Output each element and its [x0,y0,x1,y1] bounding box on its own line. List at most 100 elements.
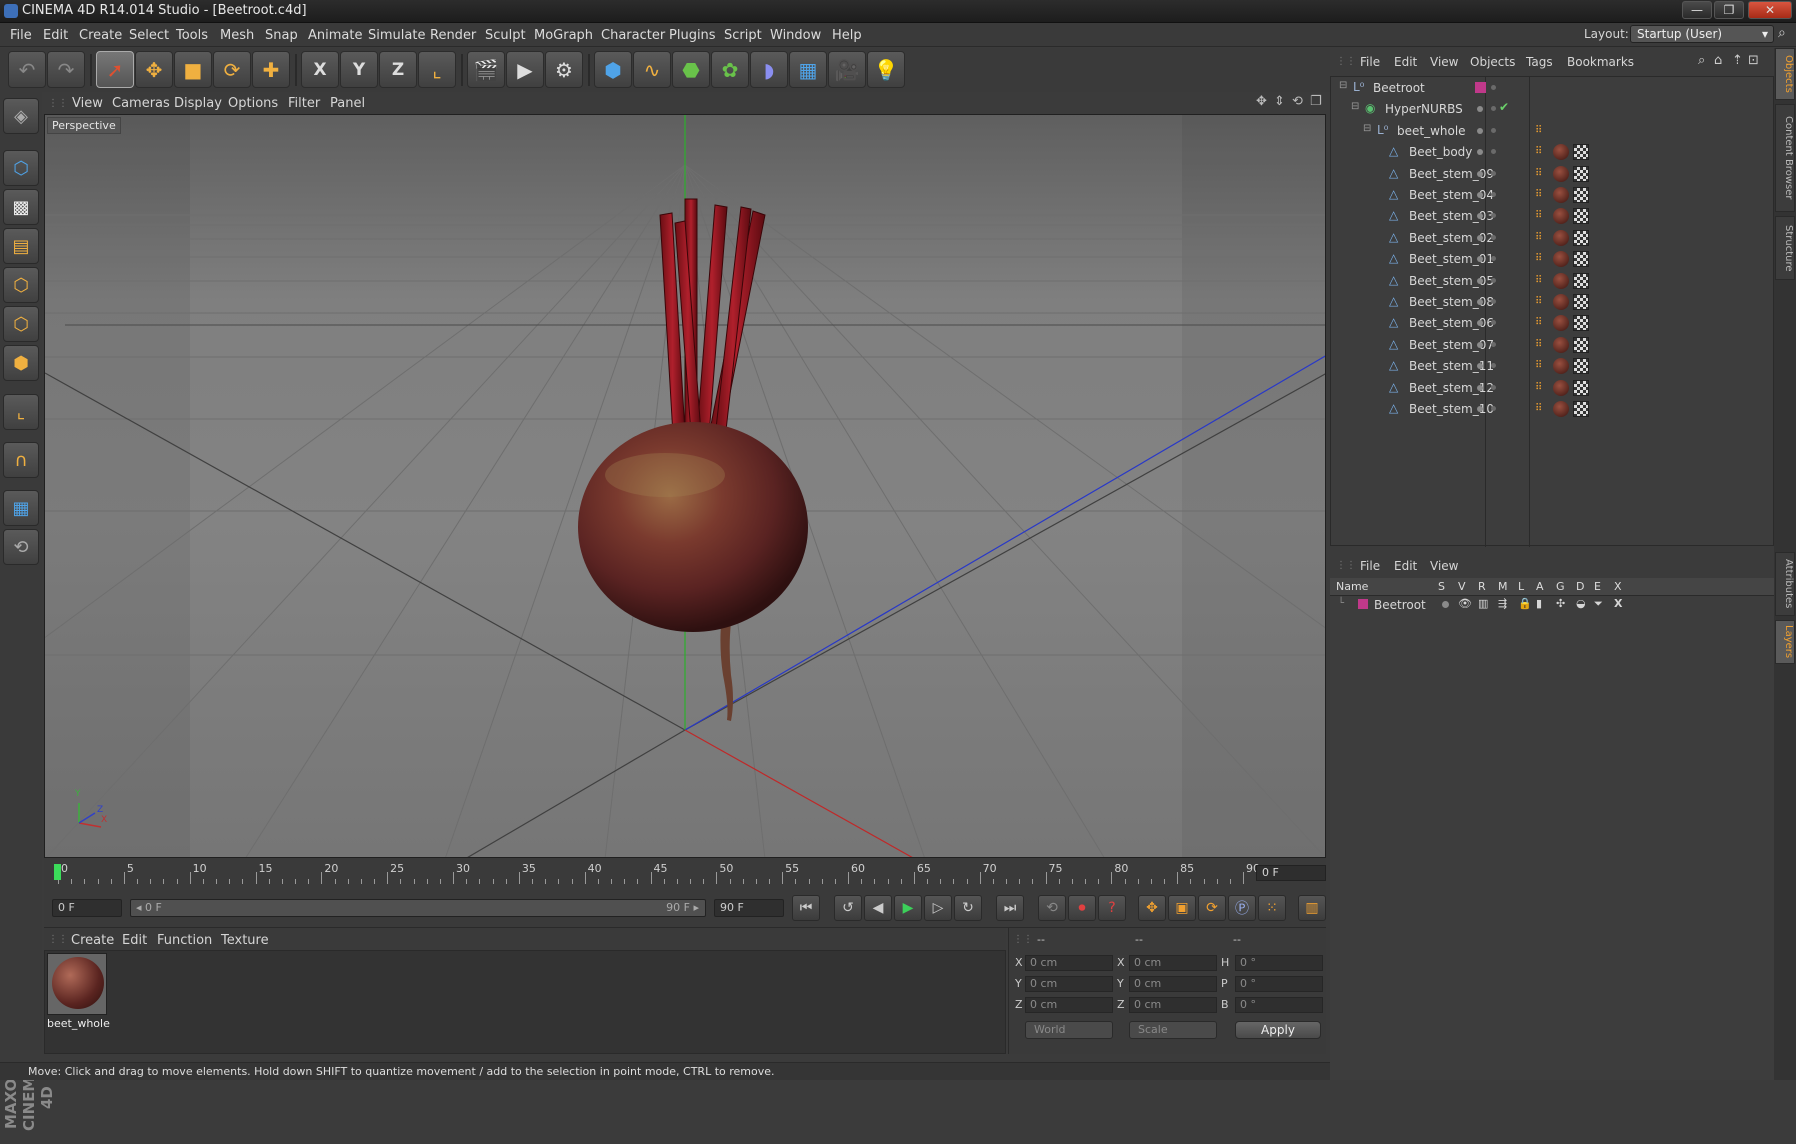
object-menu-view[interactable]: View [1430,55,1458,69]
maximize-button[interactable]: ❐ [1714,1,1744,19]
uvw-tag-icon[interactable] [1573,315,1589,332]
layer-menu-view[interactable]: View [1430,559,1458,573]
timeline-window-icon[interactable]: ▥ [1298,895,1326,921]
points-mode-icon[interactable]: ⬡ [3,267,39,303]
object-menu-tags[interactable]: Tags [1526,55,1553,69]
viewport-rotate-icon[interactable]: ⟲ [1292,94,1303,109]
mograph-cloner-icon[interactable]: ✿ [711,51,749,88]
phong-tag-icon[interactable]: ⠿ [1535,382,1542,393]
eye-icon[interactable]: 👁 [1458,597,1472,610]
viewport-menu-view[interactable]: View [72,96,103,111]
z-axis-icon[interactable]: Z [379,51,417,88]
tab-content-browser[interactable]: Content Browser [1775,104,1795,212]
layer-solo-toggle[interactable] [1442,601,1449,608]
layer-name[interactable]: Beetroot [1374,598,1426,612]
rotation-h-field[interactable]: 0 ° [1235,955,1323,971]
phong-tag-icon[interactable]: ⠿ [1535,232,1542,243]
phong-tag-icon[interactable]: ⠿ [1535,125,1542,136]
material-tag-icon[interactable] [1553,336,1569,353]
magnet-icon[interactable]: ∩ [3,442,39,478]
workplane-icon[interactable]: ▤ [3,228,39,264]
editor-visibility-dot[interactable] [1477,384,1483,391]
snap-icon[interactable]: ▦ [3,490,39,526]
object-row[interactable]: △ Beet_stem_07 ⠿ [1331,334,1775,355]
size-z-field[interactable]: 0 cm [1129,997,1217,1013]
uvw-tag-icon[interactable] [1573,144,1589,161]
material-tag-icon[interactable] [1553,401,1569,417]
render-visibility-dot[interactable] [1491,256,1496,262]
position-z-field[interactable]: 0 cm [1025,997,1113,1013]
render-settings-icon[interactable]: ⚙ [545,51,583,88]
current-frame-field[interactable]: 0 F [1256,865,1326,881]
uvw-tag-icon[interactable] [1573,294,1589,310]
tab-attributes[interactable]: Attributes [1775,552,1795,616]
menu-plugins[interactable]: Plugins [669,28,716,43]
menu-file[interactable]: File [10,28,32,43]
menu-help[interactable]: Help [832,28,862,43]
polygons-mode-icon[interactable]: ⬢ [3,345,39,381]
material-tag-icon[interactable] [1553,272,1569,289]
expression-icon[interactable]: ⏷ [1594,597,1603,611]
layer-col-render[interactable]: R [1478,580,1486,593]
playhead-marker[interactable] [54,864,61,880]
menu-create[interactable]: Create [79,28,122,43]
layer-col-generators[interactable]: G [1556,580,1565,593]
camera-icon[interactable]: 🎥 [828,51,866,88]
key-scale-icon[interactable]: ▣ [1168,895,1196,921]
render-visibility-dot[interactable] [1491,213,1496,219]
layer-menu-edit[interactable]: Edit [1394,559,1417,573]
material-tag-icon[interactable] [1553,208,1569,225]
uvw-tag-icon[interactable] [1573,165,1589,182]
viewport-menu-cameras[interactable]: Cameras [112,96,170,111]
menu-mesh[interactable]: Mesh [220,28,254,43]
render-visibility-dot[interactable] [1491,234,1496,240]
size-y-field[interactable]: 0 cm [1129,976,1217,992]
phong-tag-icon[interactable]: ⠿ [1535,253,1542,264]
timeline-ruler[interactable]: 0 5 10 15 20 25 30 35 40 45 50 55 60 65 70 75 80 85 90 0 F [44,858,1326,888]
object-row[interactable]: △ Beet_stem_02 ⠿ [1331,227,1775,248]
menu-simulate[interactable]: Simulate [368,28,425,43]
animation-icon[interactable]: ▮ [1536,597,1542,610]
render-visibility-dot[interactable] [1491,192,1496,197]
size-x-field[interactable]: 0 cm [1129,955,1217,971]
edges-mode-icon[interactable]: ⬡ [3,306,39,342]
rotate-icon[interactable]: ⟳ [213,51,251,88]
uvw-tag-icon[interactable] [1573,336,1589,353]
phong-tag-icon[interactable]: ⠿ [1535,146,1542,157]
axis-mode-icon[interactable]: ⌞ [3,394,39,430]
next-key-icon[interactable]: ↻ [954,895,982,921]
tab-structure[interactable]: Structure [1775,216,1795,280]
home-icon[interactable]: ⌂ [1714,53,1722,68]
object-name[interactable]: beet_whole [1397,124,1466,138]
start-frame-field[interactable]: 0 F [52,899,122,917]
material-menu-edit[interactable]: Edit [122,933,147,948]
model-mode-icon[interactable]: ⬡ [3,150,39,186]
render-visibility-dot[interactable] [1491,170,1496,176]
undo-icon[interactable]: ↶ [8,51,46,88]
layer-col-solo[interactable]: S [1438,580,1445,593]
go-to-start-icon[interactable]: ⏮ [792,895,820,921]
phong-tag-icon[interactable]: ⠿ [1535,403,1542,414]
object-menu-bookmarks[interactable]: Bookmarks [1567,55,1634,69]
beetroot-model[interactable] [578,198,808,721]
light-icon[interactable]: 💡 [867,51,905,88]
uvw-tag-icon[interactable] [1573,358,1589,375]
world-coordinates-icon[interactable]: ⌞ [418,51,456,88]
object-menu-file[interactable]: File [1360,55,1380,69]
uvw-tag-icon[interactable] [1573,401,1589,417]
viewport-maximize-icon[interactable]: ❐ [1310,94,1322,109]
render-picture-viewer-icon[interactable]: ▶ [506,51,544,88]
coordinate-system-dropdown[interactable]: World [1025,1021,1113,1039]
render-visibility-dot[interactable] [1491,384,1496,390]
material-menu-function[interactable]: Function [157,933,212,948]
rotation-p-field[interactable]: 0 ° [1235,976,1323,992]
play-icon[interactable]: ▶ [894,895,922,921]
render-visibility-dot[interactable] [1491,299,1496,304]
material-name[interactable]: beet_whole [47,1017,111,1030]
manager-icon[interactable]: ⇶ [1498,597,1507,610]
next-frame-icon[interactable]: ▷ [924,895,952,921]
position-y-field[interactable]: 0 cm [1025,976,1113,992]
editor-visibility-dot[interactable] [1477,234,1483,241]
render-visibility-dot[interactable] [1491,149,1496,155]
layer-row[interactable]: └ Beetroot 👁 ▥ ⇶ 🔒 ▮ ✣ ◒ ⏷ X [1330,596,1774,614]
